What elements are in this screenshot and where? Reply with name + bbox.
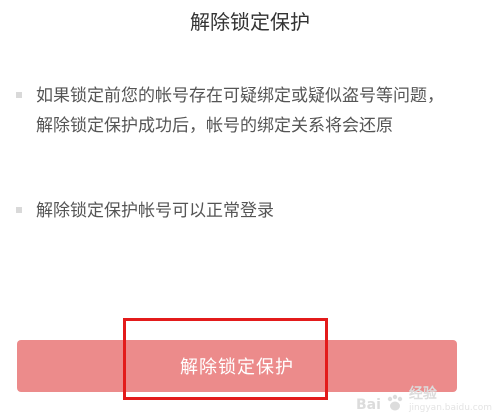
bullet-marker [16, 92, 22, 98]
notice-text: 如果锁定前您的帐号存在可疑绑定或疑似盗号等问题，解除锁定保护成功后，帐号的绑定关… [36, 86, 444, 136]
watermark-url: jingyan.baidu.com [408, 403, 492, 413]
notice-item: 如果锁定前您的帐号存在可疑绑定或疑似盗号等问题，解除锁定保护成功后，帐号的绑定关… [16, 81, 456, 141]
watermark-brand: Bai [356, 397, 381, 413]
bullet-marker [16, 207, 22, 213]
paw-icon [387, 394, 403, 411]
page-title: 解除锁定保护 [190, 10, 310, 34]
unlock-protection-label: 解除锁定保护 [180, 357, 294, 378]
watermark-suffix: 经验 [408, 386, 437, 402]
notice-text: 解除锁定保护帐号可以正常登录 [36, 201, 274, 221]
baidu-watermark: Bai 经验 jingyan.baidu.com [356, 383, 492, 413]
notice-item: 解除锁定保护帐号可以正常登录 [16, 196, 456, 226]
